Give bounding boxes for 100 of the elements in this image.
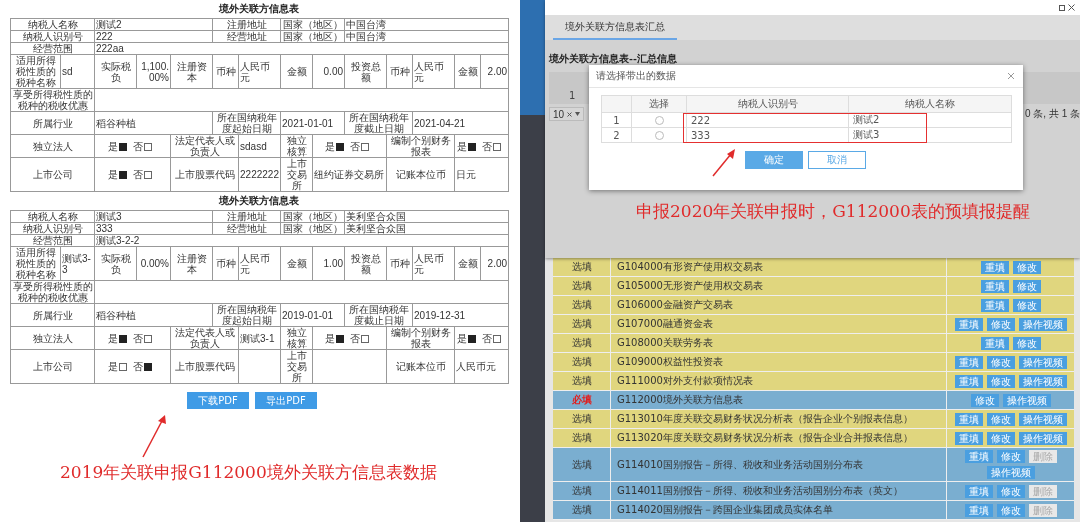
- action-button[interactable]: 修改: [1012, 336, 1041, 350]
- checkbox-label: 否: [481, 140, 492, 152]
- requirement-label: 选填: [553, 277, 611, 295]
- table-cell: 经营地址: [212, 222, 281, 235]
- clear-icon[interactable]: [567, 111, 573, 117]
- action-button[interactable]: 操作视频: [986, 466, 1035, 479]
- action-button[interactable]: 重填: [980, 260, 1009, 274]
- table-cell: 上市股票代码: [170, 157, 239, 192]
- action-button[interactable]: 修改: [1012, 279, 1041, 293]
- table-cell: 上市股票代码: [170, 349, 239, 384]
- section-title: 境外关联方信息表--汇总信息: [549, 53, 678, 66]
- page-info: 0 条, 共 1 条: [1025, 107, 1080, 121]
- maximize-icon[interactable]: [1059, 4, 1065, 11]
- table-cell: 记账本位币: [386, 349, 455, 384]
- action-button[interactable]: 操作视频: [1018, 412, 1067, 426]
- action-button[interactable]: 修改: [986, 412, 1015, 426]
- checkbox-label: 是: [324, 140, 335, 152]
- action-button[interactable]: 重填: [954, 374, 983, 388]
- close-icon[interactable]: [1068, 4, 1075, 11]
- pdf-button[interactable]: 导出PDF: [255, 392, 317, 409]
- checkbox[interactable]: [492, 334, 501, 343]
- checkbox-label: 是: [324, 332, 335, 344]
- cancel-button[interactable]: 取消: [808, 151, 866, 169]
- action-button[interactable]: 重填: [980, 298, 1009, 312]
- row-number: 2: [601, 127, 632, 143]
- action-button[interactable]: 操作视频: [1018, 355, 1067, 369]
- checkbox[interactable]: [335, 334, 344, 343]
- tab[interactable]: 境外关联方信息表汇总: [553, 20, 677, 40]
- table-cell: 0.00%: [136, 246, 171, 281]
- checkbox-label: 是: [107, 361, 118, 372]
- action-button[interactable]: 修改: [986, 374, 1015, 388]
- table-cell: 投资总额: [344, 54, 387, 89]
- checkbox[interactable]: [118, 363, 127, 372]
- action-button[interactable]: 操作视频: [1018, 431, 1067, 445]
- table-cell: 人民币元: [454, 349, 509, 384]
- table-cell: 币种: [386, 246, 413, 281]
- action-button[interactable]: 修改: [996, 450, 1025, 463]
- checkbox[interactable]: [467, 142, 476, 151]
- table-cell: 测试3-3: [60, 246, 95, 281]
- requirement-label: 选填: [553, 448, 611, 481]
- checkbox[interactable]: [335, 142, 344, 151]
- table-cell: 2021-04-21: [412, 111, 509, 135]
- radio-button[interactable]: [654, 116, 664, 125]
- action-button[interactable]: 重填: [964, 503, 993, 517]
- page-size-select[interactable]: 10: [549, 107, 585, 121]
- action-button[interactable]: 修改: [970, 393, 999, 407]
- table-cell: 所在国纳税年度起始日期: [212, 111, 281, 135]
- table-cell: 注册地址: [212, 210, 281, 223]
- checkbox[interactable]: [467, 334, 476, 343]
- action-button[interactable]: 操作视频: [1002, 393, 1051, 407]
- checkbox[interactable]: [360, 334, 369, 343]
- requirement-label: 必填: [553, 391, 611, 409]
- action-button[interactable]: 修改: [986, 317, 1015, 331]
- action-button[interactable]: 修改: [1012, 260, 1041, 274]
- table-cell: 享受所得税性质的税种的税收优惠: [10, 280, 95, 304]
- form-name: G114020国别报告－跨国企业集团成员实体名单: [611, 501, 947, 519]
- checkbox[interactable]: [143, 334, 152, 343]
- checkbox-label: 是: [107, 332, 118, 344]
- table-cell: 测试3-1: [238, 326, 281, 350]
- action-button[interactable]: 修改: [996, 484, 1025, 498]
- checkbox[interactable]: [360, 142, 369, 151]
- action-button[interactable]: 重填: [954, 431, 983, 445]
- form-name: G106000金融资产交易表: [611, 296, 947, 314]
- arrow-annotation: [712, 149, 735, 177]
- action-button[interactable]: 重填: [954, 355, 983, 369]
- checkbox-label: 否: [132, 332, 143, 344]
- action-button[interactable]: 操作视频: [1018, 374, 1067, 388]
- action-button[interactable]: 修改: [986, 431, 1015, 445]
- table-cell: 222aa: [94, 42, 509, 55]
- action-button[interactable]: 重填: [964, 450, 993, 463]
- checkbox[interactable]: [143, 142, 152, 151]
- table-cell: 上市公司: [10, 349, 95, 384]
- action-button[interactable]: 重填: [964, 484, 993, 498]
- checkbox[interactable]: [492, 142, 501, 151]
- action-button[interactable]: 重填: [980, 336, 1009, 350]
- table-cell: 所属行业: [10, 303, 95, 327]
- table-cell: 中国台湾: [344, 30, 509, 43]
- dropdown-icon[interactable]: [575, 112, 581, 116]
- checkbox[interactable]: [118, 334, 127, 343]
- table-cell: 人民币元: [412, 246, 455, 281]
- checkbox-label: 否: [349, 140, 360, 152]
- action-button[interactable]: 修改: [986, 355, 1015, 369]
- table-cell: 投资总额: [344, 246, 387, 281]
- action-button[interactable]: 修改: [1012, 298, 1041, 312]
- pdf-button[interactable]: 下载PDF: [187, 392, 249, 409]
- checkbox[interactable]: [118, 142, 127, 151]
- action-button[interactable]: 重填: [980, 279, 1009, 293]
- action-button[interactable]: 操作视频: [1018, 317, 1067, 331]
- table-cell: 经营范围: [10, 234, 95, 247]
- action-button[interactable]: 重填: [954, 412, 983, 426]
- column-header: 纳税人识别号: [686, 95, 849, 113]
- action-button[interactable]: 修改: [996, 503, 1025, 517]
- confirm-button[interactable]: 确定: [745, 151, 803, 169]
- table-cell: 独立核算: [280, 134, 313, 158]
- checkbox[interactable]: [118, 171, 127, 180]
- action-button[interactable]: 重填: [954, 317, 983, 331]
- radio-button[interactable]: [654, 131, 664, 140]
- table-cell: 金额: [280, 246, 313, 281]
- checkbox[interactable]: [143, 363, 152, 372]
- checkbox[interactable]: [143, 171, 152, 180]
